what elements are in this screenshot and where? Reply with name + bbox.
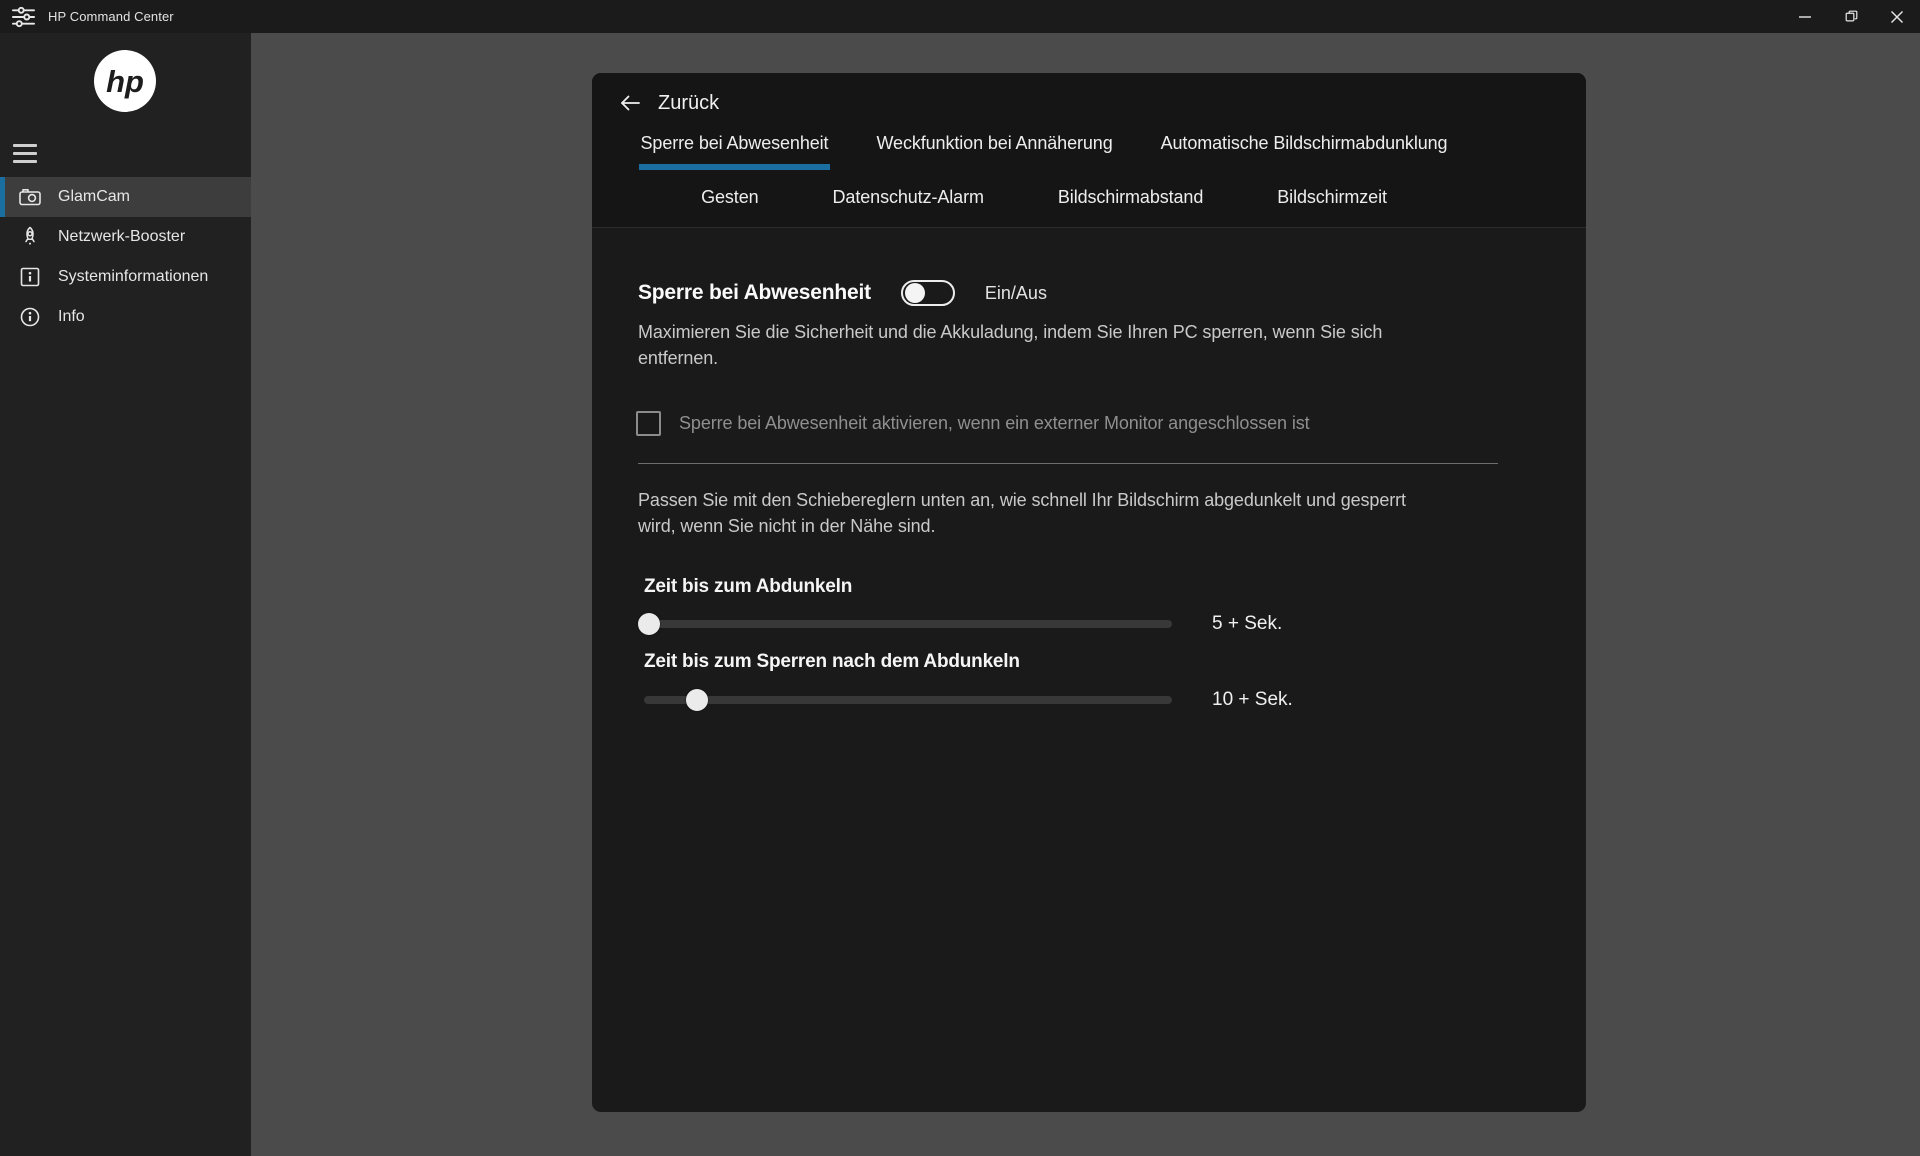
workspace: Zurück Sperre bei Abwesenheit Weckfunkti…: [251, 33, 1920, 1156]
back-arrow-icon: [618, 91, 642, 115]
slider-track[interactable]: [644, 620, 1172, 628]
system-info-icon: [18, 265, 42, 289]
close-button[interactable]: [1874, 0, 1920, 33]
tabs-row-1: Sperre bei Abwesenheit Weckfunktion bei …: [592, 133, 1586, 170]
section-heading: Sperre bei Abwesenheit: [638, 281, 871, 305]
restore-icon: [1845, 10, 1858, 23]
external-monitor-option: Sperre bei Abwesenheit aktivieren, wenn …: [636, 411, 1310, 436]
sidebar-item-label: Systeminformationen: [58, 268, 208, 286]
sliders-intro-line: Passen Sie mit den Schiebereglern unten …: [638, 487, 1406, 513]
window-controls: [1782, 0, 1920, 33]
lock-time-slider[interactable]: [644, 689, 1172, 711]
dim-time-slider-label: Zeit bis zum Abdunkeln: [644, 573, 852, 601]
hp-logo: hp: [94, 50, 156, 112]
external-monitor-checkbox[interactable]: [636, 411, 661, 436]
titlebar: HP Command Center: [0, 0, 1920, 33]
slider-thumb[interactable]: [686, 689, 708, 711]
sliders-intro-text: Passen Sie mit den Schiebereglern unten …: [638, 487, 1406, 539]
lock-time-slider-label: Zeit bis zum Sperren nach dem Abdunkeln: [644, 648, 1020, 676]
external-monitor-checkbox-label: Sperre bei Abwesenheit aktivieren, wenn …: [679, 413, 1310, 434]
rocket-icon: [18, 225, 42, 249]
minimize-button[interactable]: [1782, 0, 1828, 33]
slider-track[interactable]: [644, 696, 1172, 704]
tab-bildschirmabstand[interactable]: Bildschirmabstand: [1056, 187, 1205, 208]
tab-gesten[interactable]: Gesten: [699, 187, 760, 208]
tabs-row-2: Gesten Datenschutz-Alarm Bildschirmabsta…: [592, 187, 1586, 208]
dim-time-slider[interactable]: [644, 613, 1172, 635]
sidebar-item-label: Netzwerk-Booster: [58, 228, 185, 246]
lock-time-value: 10 + Sek.: [1212, 687, 1293, 713]
sidebar-menu-button[interactable]: [13, 139, 45, 167]
restore-button[interactable]: [1828, 0, 1874, 33]
svg-text:hp: hp: [106, 64, 144, 99]
sliders-intro-line: wird, wenn Sie nicht in der Nähe sind.: [638, 513, 1406, 539]
tab-automatische-bildschirmabdunklung[interactable]: Automatische Bildschirmabdunklung: [1159, 133, 1450, 170]
sidebar-item-label: Info: [58, 308, 85, 326]
sidebar-item-label: GlamCam: [58, 188, 130, 206]
description-line: Maximieren Sie die Sicherheit und die Ak…: [638, 319, 1382, 345]
minimize-icon: [1799, 11, 1811, 23]
close-icon: [1891, 11, 1903, 23]
description-line: entfernen.: [638, 345, 1382, 371]
toggle-state-label: Ein/Aus: [985, 283, 1047, 304]
back-button[interactable]: Zurück: [618, 87, 719, 119]
content-divider: [638, 463, 1498, 464]
tab-weckfunktion-bei-annaeherung[interactable]: Weckfunktion bei Annäherung: [874, 133, 1114, 170]
tab-datenschutz-alarm[interactable]: Datenschutz-Alarm: [831, 187, 986, 208]
sidebar-item-glamcam[interactable]: GlamCam: [0, 177, 251, 217]
section-description: Maximieren Sie die Sicherheit und die Ak…: [638, 319, 1382, 371]
info-icon: [18, 305, 42, 329]
dim-time-value: 5 + Sek.: [1212, 611, 1282, 637]
sidebar-nav: GlamCam Netzwerk-Booster: [0, 177, 251, 337]
slider-thumb[interactable]: [638, 613, 660, 635]
tab-bildschirmzeit[interactable]: Bildschirmzeit: [1275, 187, 1389, 208]
camera-icon: [18, 185, 42, 209]
sidebar: hp GlamCam: [0, 33, 251, 1156]
glamcam-settings-panel: Zurück Sperre bei Abwesenheit Weckfunkti…: [592, 73, 1586, 1112]
sidebar-item-netzwerk-booster[interactable]: Netzwerk-Booster: [0, 217, 251, 257]
toggle-knob-icon: [905, 283, 925, 303]
back-label: Zurück: [658, 92, 719, 115]
app-title: HP Command Center: [48, 9, 174, 24]
tab-sperre-bei-abwesenheit[interactable]: Sperre bei Abwesenheit: [639, 133, 831, 170]
app-sliders-icon: [12, 6, 35, 28]
sidebar-item-info[interactable]: Info: [0, 297, 251, 337]
presence-lock-toggle[interactable]: [901, 280, 955, 306]
panel-header: Zurück Sperre bei Abwesenheit Weckfunkti…: [592, 73, 1586, 228]
sidebar-item-systeminformationen[interactable]: Systeminformationen: [0, 257, 251, 297]
